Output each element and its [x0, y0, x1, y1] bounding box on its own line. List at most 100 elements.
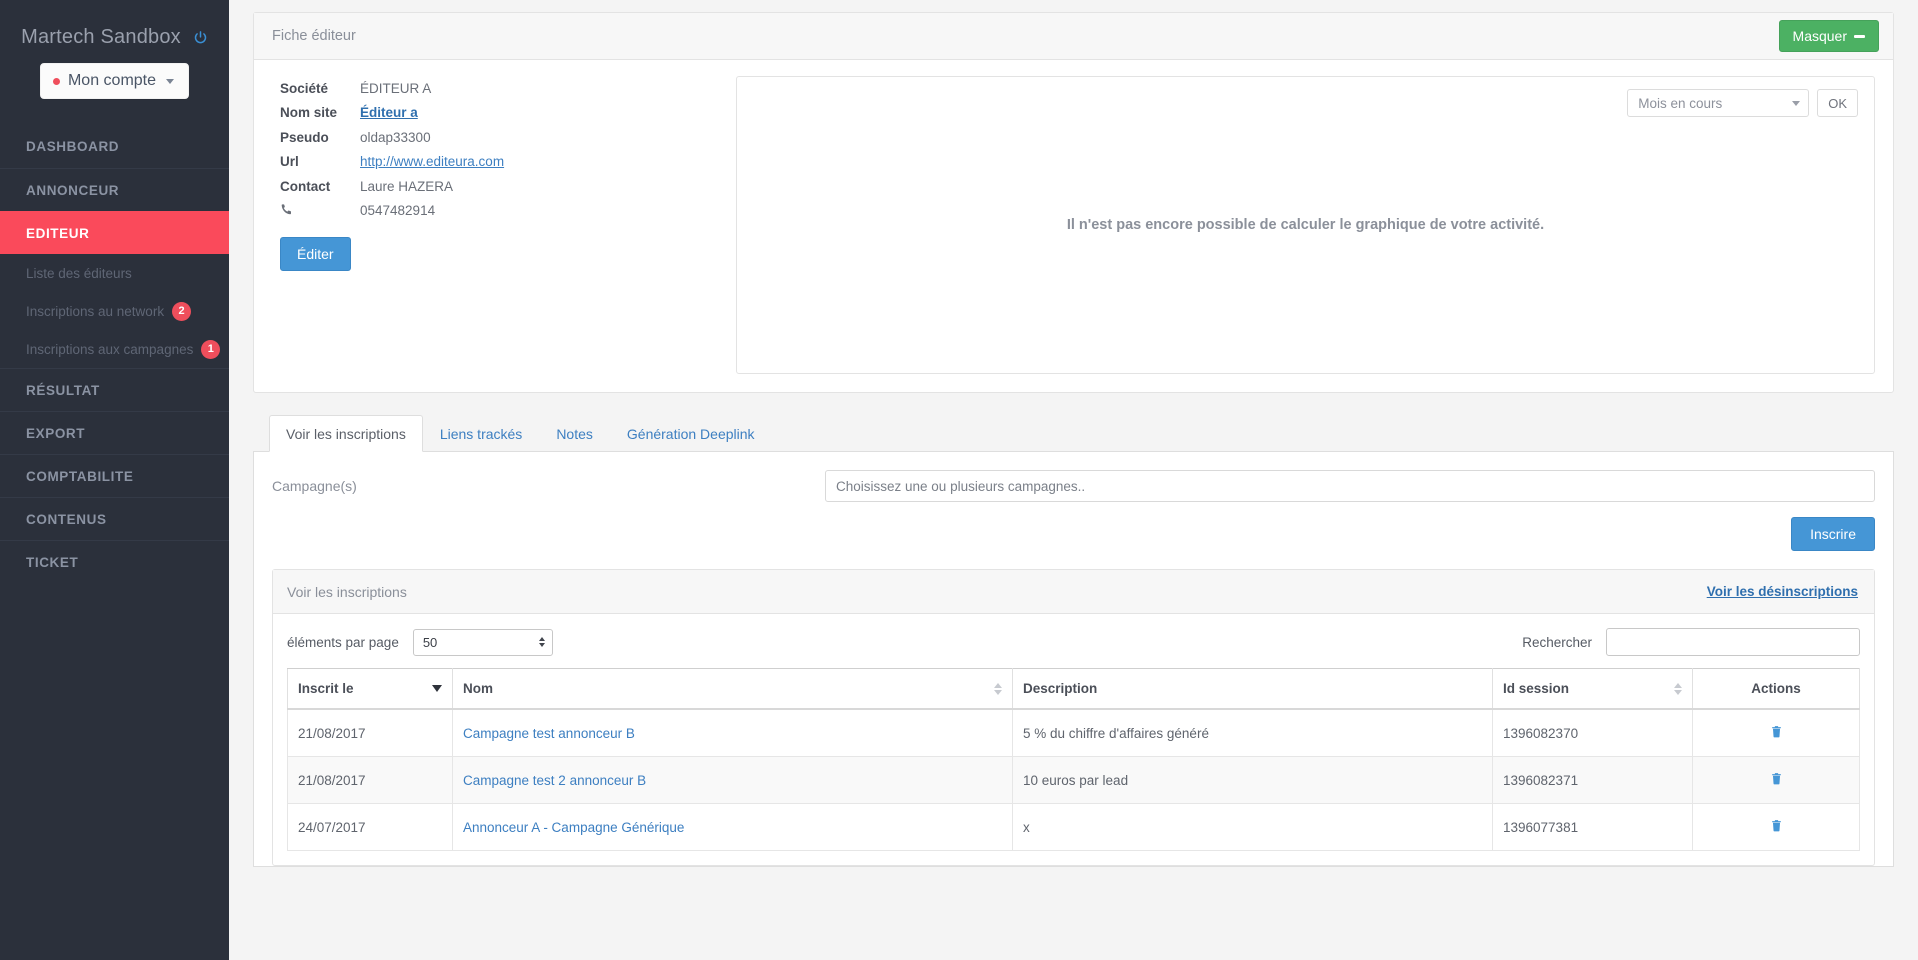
sidebar-subitem-label: Inscriptions au network	[26, 303, 165, 319]
column-label: Nom	[463, 681, 493, 696]
sidebar: Martech Sandbox Mon compte DASHBOARD ANN…	[0, 0, 229, 960]
sidebar-subitem-badge: 2	[172, 301, 192, 321]
spinner-arrows-icon	[538, 637, 545, 647]
trash-icon[interactable]	[1770, 771, 1783, 789]
column-header-nom[interactable]: Nom	[452, 668, 1013, 710]
column-label: Inscrit le	[298, 681, 354, 696]
per-page-select[interactable]: 50	[412, 628, 553, 656]
sidebar-item-export[interactable]: EXPORT	[0, 411, 229, 454]
search-label: Rechercher	[1522, 634, 1592, 650]
masquer-button[interactable]: Masquer	[1778, 20, 1879, 52]
inscriptions-table: Inscrit le Nom Description Id session Ac…	[287, 668, 1860, 851]
sidebar-item-label: RÉSULTAT	[26, 382, 100, 398]
cell-name: Campagne test annonceur B	[452, 708, 1013, 757]
sidebar-item-label: EXPORT	[26, 425, 86, 441]
info-row-phone: 0547482914	[280, 199, 724, 224]
phone-icon	[280, 203, 360, 219]
info-label: Contact	[280, 178, 331, 194]
trash-icon[interactable]	[1770, 724, 1783, 742]
cell-session-id: 1396082370	[1492, 708, 1693, 757]
table-head: Inscrit le Nom Description Id session Ac…	[287, 668, 1860, 710]
column-header-id-session[interactable]: Id session	[1492, 668, 1693, 710]
sidebar-item-label: ANNONCEUR	[26, 182, 120, 198]
sidebar-subitem-inscriptions-au-network[interactable]: Inscriptions au network 2	[0, 292, 229, 330]
inscriptions-panel-title: Voir les inscriptions	[287, 583, 407, 600]
voir-les-desinscriptions-link[interactable]: Voir les désinscriptions	[1707, 584, 1858, 599]
cell-description: 5 % du chiffre d'affaires généré	[1012, 708, 1493, 757]
editer-button[interactable]: Éditer	[280, 237, 351, 271]
chart-empty-message: Il n'est pas encore possible de calculer…	[1066, 217, 1545, 233]
sidebar-item-editeur[interactable]: EDITEUR	[0, 211, 229, 254]
campaign-link[interactable]: Campagne test annonceur B	[463, 726, 635, 741]
info-value-url-link[interactable]: http://www.editeura.com	[360, 154, 504, 169]
sidebar-item-label: TICKET	[26, 554, 79, 570]
column-header-actions: Actions	[1692, 668, 1860, 710]
column-header-inscrit-le[interactable]: Inscrit le	[287, 668, 453, 710]
account-button[interactable]: Mon compte	[39, 63, 190, 99]
fiche-editeur-header: Fiche éditeur Masquer	[254, 13, 1893, 60]
inscrire-row: Inscrire	[272, 517, 1875, 551]
cell-session-id: 1396082371	[1492, 756, 1693, 804]
sidebar-subitem-liste-des-editeurs[interactable]: Liste des éditeurs	[0, 254, 229, 292]
cell-name: Annonceur A - Campagne Générique	[452, 803, 1013, 851]
tabs-bar: Voir les inscriptions Liens trackés Note…	[253, 415, 1894, 452]
cell-date: 21/08/2017	[287, 756, 453, 804]
cell-date: 21/08/2017	[287, 708, 453, 757]
sidebar-item-label: EDITEUR	[26, 225, 90, 241]
info-label: Url	[280, 154, 299, 170]
sort-both-icon	[1674, 682, 1682, 695]
column-label: Description	[1023, 681, 1098, 696]
inscrire-button[interactable]: Inscrire	[1791, 517, 1875, 551]
fiche-editeur-panel: Fiche éditeur Masquer Société ÉDITEUR A …	[253, 12, 1894, 393]
per-page-select-value: 50	[422, 634, 438, 650]
cell-actions	[1692, 708, 1860, 757]
tab-pane-inscriptions: Campagne(s) Choisissez une ou plusieurs …	[253, 452, 1894, 867]
sidebar-subitem-label: Liste des éditeurs	[26, 265, 132, 281]
account-button-label: Mon compte	[67, 72, 157, 89]
per-page-control: éléments par page 50	[287, 628, 553, 656]
sidebar-item-ticket[interactable]: TICKET	[0, 540, 229, 583]
inscriptions-panel-header: Voir les inscriptions Voir les désinscri…	[273, 570, 1874, 614]
campaign-link[interactable]: Campagne test 2 annonceur B	[463, 773, 646, 788]
column-header-description[interactable]: Description	[1012, 668, 1493, 710]
sidebar-subitem-inscriptions-aux-campagnes[interactable]: Inscriptions aux campagnes 1	[0, 330, 229, 368]
sidebar-item-annonceur[interactable]: ANNONCEUR	[0, 168, 229, 211]
table-row: 24/07/2017 Annonceur A - Campagne Généri…	[287, 803, 1860, 851]
info-value-contact: Laure HAZERA	[360, 178, 454, 194]
cell-name: Campagne test 2 annonceur B	[452, 756, 1013, 804]
cell-date: 24/07/2017	[287, 803, 453, 851]
campaign-link[interactable]: Annonceur A - Campagne Générique	[463, 820, 684, 835]
info-value-phone: 0547482914	[360, 203, 436, 219]
sort-desc-icon	[432, 685, 442, 692]
tab-liens-trackes[interactable]: Liens trackés	[423, 415, 539, 452]
trash-icon[interactable]	[1770, 818, 1783, 836]
sort-both-icon	[994, 682, 1002, 695]
sidebar-item-comptabilite[interactable]: COMPTABILITE	[0, 454, 229, 497]
campaign-multiselect[interactable]: Choisissez une ou plusieurs campagnes..	[825, 470, 1875, 502]
minus-icon	[1854, 34, 1865, 38]
sidebar-item-label: COMPTABILITE	[26, 468, 134, 484]
search-input[interactable]	[1606, 628, 1860, 656]
campaign-multiselect-placeholder: Choisissez une ou plusieurs campagnes..	[836, 478, 1086, 494]
search-control: Rechercher	[1522, 628, 1860, 656]
info-label: Pseudo	[280, 129, 329, 145]
power-icon[interactable]	[193, 30, 208, 45]
brand-title: Martech Sandbox	[21, 26, 181, 48]
app-root: Martech Sandbox Mon compte DASHBOARD ANN…	[0, 0, 1918, 960]
info-value-nom-site-link[interactable]: Éditeur a	[360, 105, 418, 120]
info-row-societe: Société ÉDITEUR A	[280, 76, 724, 101]
info-row-url: Url http://www.editeura.com	[280, 150, 724, 175]
sidebar-item-dashboard[interactable]: DASHBOARD	[0, 125, 229, 168]
inscriptions-panel: Voir les inscriptions Voir les désinscri…	[272, 569, 1875, 866]
edit-button-wrap: Éditer	[280, 237, 724, 271]
cell-description: x	[1012, 803, 1493, 851]
sidebar-item-contenus[interactable]: CONTENUS	[0, 497, 229, 540]
status-dot-icon	[52, 77, 60, 85]
tab-voir-les-inscriptions[interactable]: Voir les inscriptions	[269, 415, 423, 452]
info-row-pseudo: Pseudo oldap33300	[280, 125, 724, 150]
tabs-section: Voir les inscriptions Liens trackés Note…	[253, 415, 1894, 867]
sidebar-item-resultat[interactable]: RÉSULTAT	[0, 368, 229, 411]
tab-notes[interactable]: Notes	[539, 415, 610, 452]
info-row-nom-site: Nom site Éditeur a	[280, 101, 724, 126]
tab-generation-deeplink[interactable]: Génération Deeplink	[610, 415, 772, 452]
